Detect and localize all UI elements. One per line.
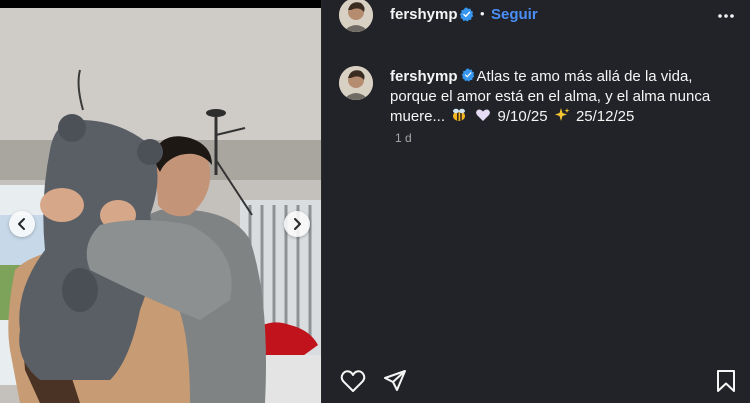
profile-avatar[interactable] [339, 0, 373, 32]
caption-username[interactable]: fershymp [390, 68, 458, 85]
bee-emoji [453, 108, 466, 121]
avatar-image [339, 0, 373, 32]
heart-icon[interactable] [340, 369, 366, 393]
chevron-right-icon [294, 218, 301, 230]
header-separator: • [480, 6, 485, 21]
media-top-bar [0, 0, 321, 8]
caption-date-2: 25/12/25 [575, 108, 635, 125]
caption-avatar-image [339, 66, 373, 100]
post-header: fershymp • Seguir [322, 0, 750, 32]
verified-badge-icon [459, 7, 474, 22]
next-photo-button[interactable] [284, 211, 310, 237]
post-media[interactable] [0, 0, 321, 403]
bookmark-icon[interactable] [716, 369, 736, 393]
post-timestamp[interactable]: 1 d [395, 131, 412, 145]
post-photo [0, 0, 321, 403]
send-icon[interactable] [383, 369, 407, 393]
follow-button[interactable]: Seguir [491, 6, 538, 23]
header-username[interactable]: fershymp [390, 6, 458, 23]
more-options-icon[interactable] [717, 7, 735, 25]
caption-avatar[interactable] [339, 66, 373, 100]
instagram-post: fershymp • Seguir fershymp Atlas te amo … [0, 0, 750, 403]
post-side-panel: fershymp • Seguir fershymp Atlas te amo … [321, 0, 750, 403]
chevron-left-icon [18, 218, 25, 230]
white-heart-emoji [476, 109, 491, 121]
caption-text: fershymp Atlas te amo más allá de la vid… [390, 67, 730, 127]
verified-badge-icon [461, 68, 474, 82]
sparkles-emoji [554, 108, 570, 121]
previous-photo-button[interactable] [9, 211, 35, 237]
action-bar [322, 353, 750, 403]
caption-date-1: 9/10/25 [497, 108, 548, 125]
